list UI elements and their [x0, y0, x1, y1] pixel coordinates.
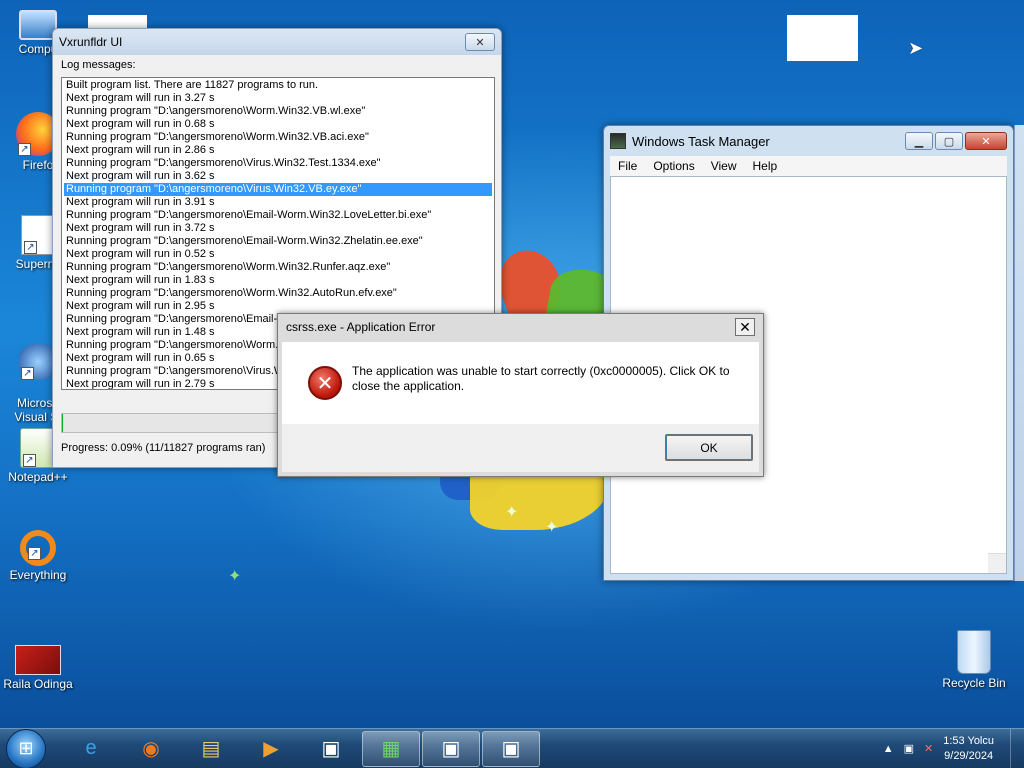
log-line[interactable]: Next program will run in 0.68 s	[64, 118, 492, 131]
close-button[interactable]: ✕	[965, 132, 1007, 150]
taskbar-apps: e ◉ ▤ ▶ ▣ ▦ ▣ ▣	[60, 730, 540, 767]
log-line[interactable]: Running program "D:\angersmoreno\Worm.Wi…	[64, 131, 492, 144]
app-window-icon: ▣	[441, 738, 461, 760]
everything-icon: ↗	[20, 530, 56, 566]
supermium-icon: ↗	[21, 215, 55, 255]
error-message: The application was unable to start corr…	[352, 364, 730, 393]
application-error-dialog: csrss.exe - Application Error ✕ ✕ The ap…	[277, 313, 764, 477]
wallpaper-sparkle: ✦	[228, 566, 242, 585]
clock-time: 1:53 Yolcu	[943, 734, 994, 747]
notepadpp-icon: ↗	[20, 428, 56, 468]
maximize-icon: ▢	[943, 135, 955, 148]
close-button[interactable]: ✕	[465, 33, 495, 51]
desktop-icon-label: Recycle Bin	[942, 676, 1006, 690]
taskbar-button[interactable]: ▣	[482, 730, 540, 767]
minimize-button[interactable]: ▁	[905, 132, 933, 150]
desktop-icon-label: Everything	[9, 568, 67, 582]
taskbar: ⊞ e ◉ ▤ ▶ ▣ ▦ ▣ ▣ ▲ ▣ ✕ 1:53 Yolcu 9/29/2024	[0, 728, 1024, 768]
volume-muted-icon[interactable]: ✕	[924, 742, 933, 755]
log-line[interactable]: Running program "D:\angersmoreno\Virus.W…	[64, 157, 492, 170]
clock[interactable]: 1:53 Yolcu 9/29/2024	[943, 734, 994, 764]
firefox-icon: ◉	[142, 738, 160, 760]
system-tray: ▲ ▣ ✕ 1:53 Yolcu 9/29/2024	[883, 734, 1010, 764]
log-line[interactable]: Next program will run in 2.86 s	[64, 144, 492, 157]
task-manager-icon	[610, 133, 626, 149]
taskbar-button[interactable]: ▶	[242, 731, 300, 767]
error-dialog-body: ✕ The application was unable to start co…	[282, 342, 759, 424]
start-button[interactable]: ⊞	[6, 728, 46, 768]
log-line[interactable]: Running program "D:\angersmoreno\Worm.Wi…	[64, 105, 492, 118]
error-dialog-titlebar[interactable]: csrss.exe - Application Error ✕	[278, 314, 763, 340]
log-line[interactable]: Running program "D:\angersmoreno\Virus.W…	[64, 183, 492, 196]
taskbar-button[interactable]: ▦	[362, 730, 420, 767]
wallpaper-sparkle: ✦	[505, 502, 519, 521]
desktop-icon-recycle-bin[interactable]: Recycle Bin	[938, 630, 1010, 690]
image-file-icon	[15, 645, 61, 675]
wallpaper-sparkle: ✦	[545, 517, 559, 536]
show-desktop-button[interactable]	[1010, 728, 1024, 768]
menu-help[interactable]: Help	[745, 159, 786, 173]
maximize-button[interactable]: ▢	[935, 132, 963, 150]
app-window-icon: ▣	[321, 738, 341, 760]
taskbar-button[interactable]: ▣	[302, 731, 360, 767]
explorer-icon: ▤	[201, 738, 221, 760]
blank-window-fragment	[88, 15, 147, 29]
desktop-icon-label: Raila Odinga	[3, 677, 73, 691]
desktop-icon-everything[interactable]: ↗ Everything	[2, 530, 74, 582]
error-icon-glyph: ✕	[316, 372, 334, 395]
taskbar-button[interactable]: ▣	[422, 730, 480, 767]
log-line[interactable]: Running program "D:\angersmoreno\Email-W…	[64, 235, 492, 248]
log-line[interactable]: Running program "D:\angersmoreno\Worm.Wi…	[64, 261, 492, 274]
close-icon: ✕	[981, 135, 991, 148]
internet-explorer-icon: e	[85, 737, 97, 759]
taskbar-button[interactable]: ◉	[122, 731, 180, 767]
taskbar-button[interactable]: e	[62, 731, 120, 767]
media-player-icon: ▶	[263, 738, 279, 760]
app-window-icon: ▣	[501, 738, 521, 760]
blank-window-fragment	[787, 15, 858, 61]
windows-logo-icon: ⊞	[18, 738, 34, 758]
log-line[interactable]: Next program will run in 3.91 s	[64, 196, 492, 209]
progress-status: Progress: 0.09% (11/11827 programs ran)	[61, 442, 266, 454]
taskbar-button[interactable]: ▤	[182, 731, 240, 767]
log-line[interactable]: Running program "D:\angersmoreno\Email-W…	[64, 209, 492, 222]
network-icon[interactable]: ▣	[904, 742, 914, 755]
desktop-icon-label: Firefo	[22, 158, 54, 172]
window-title: Vxrunfldr UI	[59, 35, 123, 49]
ok-button[interactable]: OK	[665, 434, 753, 461]
minimize-icon: ▁	[914, 135, 924, 148]
log-line[interactable]: Running program "D:\angersmoreno\Worm.Wi…	[64, 287, 492, 300]
menu-view[interactable]: View	[703, 159, 745, 173]
recycle-bin-icon	[957, 630, 991, 674]
log-line[interactable]: Next program will run in 0.52 s	[64, 248, 492, 261]
vxrunfldr-titlebar[interactable]: Vxrunfldr UI ✕	[53, 29, 501, 55]
error-dialog-footer: OK	[282, 424, 759, 472]
log-line[interactable]: Built program list. There are 11827 prog…	[64, 79, 492, 92]
close-icon: ✕	[739, 318, 751, 335]
log-line[interactable]: Next program will run in 3.72 s	[64, 222, 492, 235]
log-messages-label: Log messages:	[61, 59, 136, 71]
clock-date: 9/29/2024	[944, 749, 994, 762]
show-hidden-icons-icon[interactable]: ▲	[883, 743, 894, 755]
log-line[interactable]: Next program will run in 1.83 s	[64, 274, 492, 287]
desktop-icon-raila-odinga[interactable]: Raila Odinga	[2, 645, 74, 691]
log-line[interactable]: Next program will run in 3.62 s	[64, 170, 492, 183]
window-title: Windows Task Manager	[632, 133, 770, 149]
dialog-title: csrss.exe - Application Error	[286, 320, 436, 334]
log-line[interactable]: Next program will run in 2.95 s	[64, 300, 492, 313]
mouse-cursor-icon: ➤	[908, 38, 924, 59]
size-grip[interactable]	[988, 553, 1006, 573]
menu-bar: File Options View Help	[610, 156, 1007, 176]
background-window-edge	[1014, 125, 1024, 581]
log-line[interactable]: Next program will run in 3.27 s	[64, 92, 492, 105]
close-icon: ✕	[475, 36, 485, 49]
menu-file[interactable]: File	[610, 159, 645, 173]
close-button[interactable]: ✕	[735, 318, 755, 336]
menu-options[interactable]: Options	[645, 159, 702, 173]
desktop-icon-label: Notepad++	[8, 470, 68, 484]
task-manager-titlebar[interactable]: Windows Task Manager ▁ ▢ ✕	[604, 126, 1013, 156]
error-icon: ✕	[308, 366, 342, 400]
task-manager-icon: ▦	[381, 738, 401, 760]
